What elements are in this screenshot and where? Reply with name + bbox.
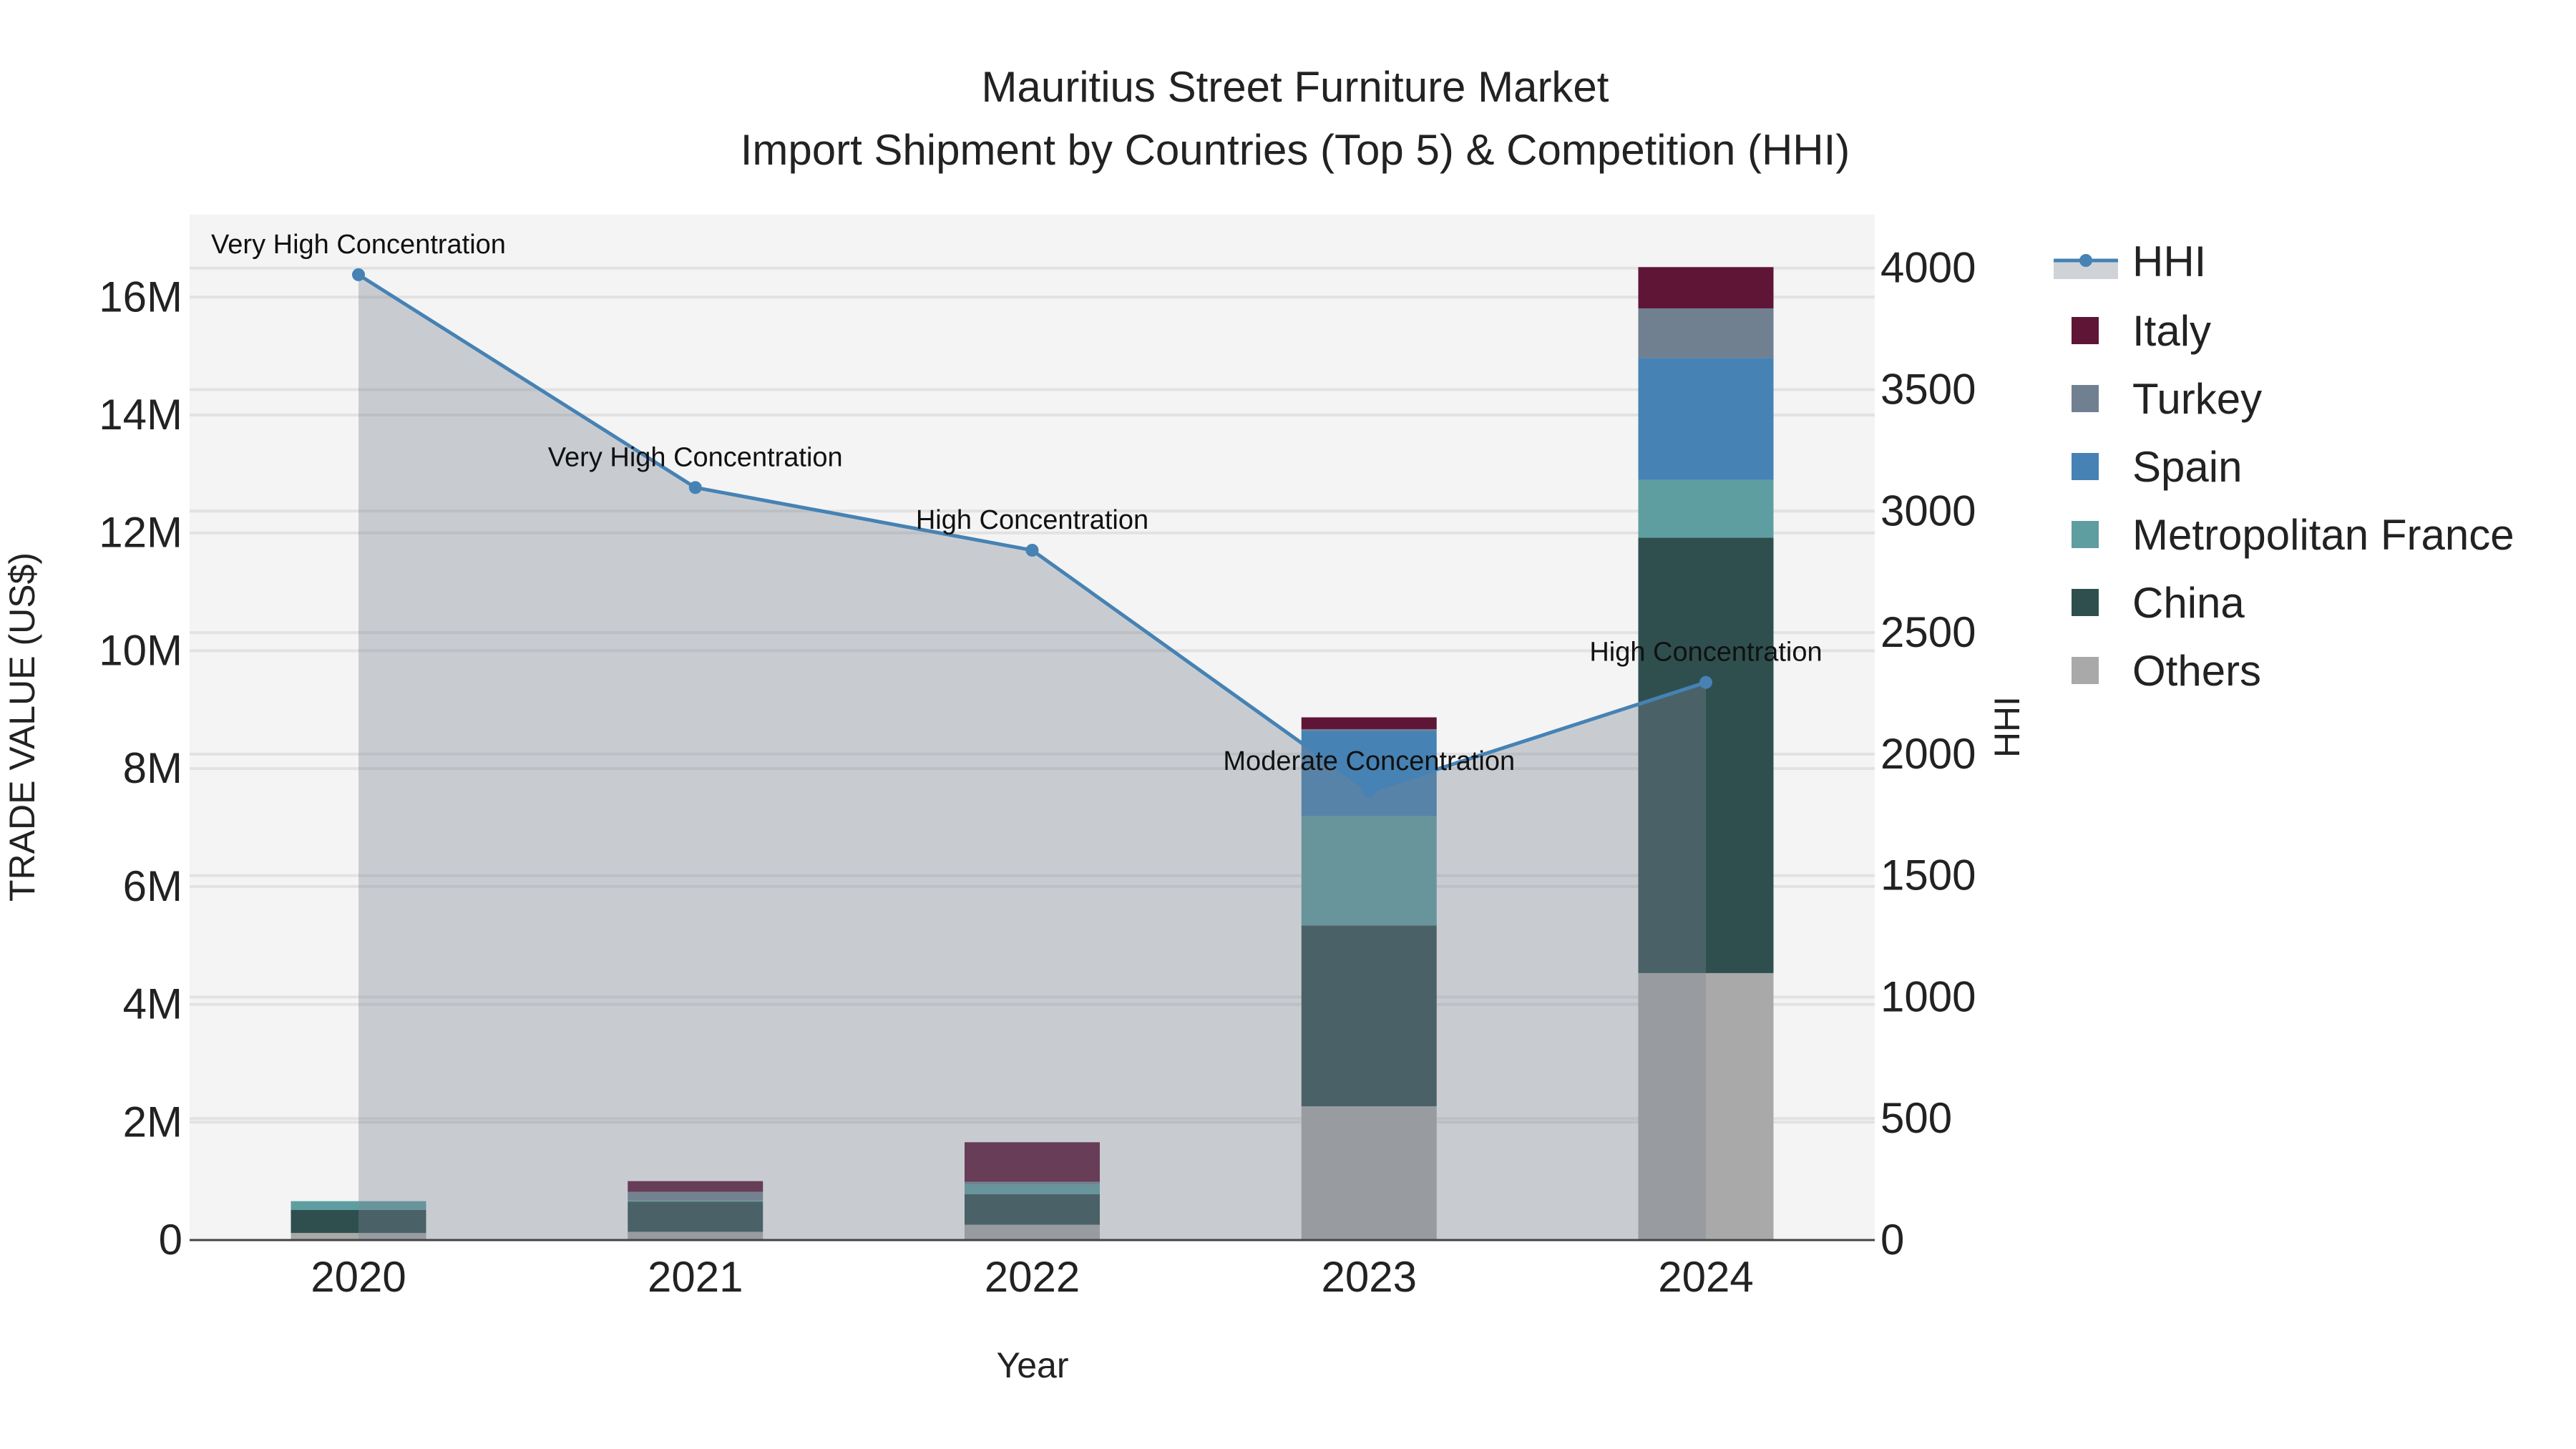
y-tick-label: 2M [123,1098,182,1146]
legend-label-spain: Spain [2132,443,2242,491]
legend-swatch-italy [2072,317,2099,344]
hhi-point [1025,543,1039,557]
legend: HHI Italy Turkey Spain Metropolitan France Ch… [2054,238,2514,695]
hhi-point [352,268,365,281]
legend-swatch-turkey [2072,385,2099,412]
y2-tick-label: 4000 [1880,244,1976,292]
y2-tick-label: 3500 [1880,365,1976,413]
legend-label-china: China [2132,579,2245,627]
legend-hhi-marker [2079,254,2092,267]
y2-tick-label: 2000 [1880,730,1976,778]
legend-swatch-metropolitan-france [2072,521,2099,548]
hhi-annotation: High Concentration [916,505,1148,535]
y2-tick-label: 1500 [1880,852,1976,899]
x-tick-label: 2024 [1658,1253,1753,1301]
bar-turkey [1638,308,1774,358]
bar-turkey [1301,728,1437,731]
x-axis-title: Year [996,1345,1068,1385]
hhi-annotation: High Concentration [1589,638,1822,668]
y2-tick-label: 1000 [1880,972,1976,1020]
y-tick-label: 10M [99,626,182,674]
bar-spain [1638,358,1774,480]
hhi-annotation: Very High Concentration [548,442,843,472]
y-tick-label: 16M [99,273,182,321]
y-tick-label: 4M [123,980,182,1028]
chart: Very High Concentration Very High Concent… [2,63,2514,1385]
hhi-annotation: Very High Concentration [211,230,506,260]
bar-italy [1301,717,1437,729]
legend-label-turkey: Turkey [2132,375,2262,423]
y2-tick-label: 0 [1880,1216,1904,1264]
x-tick-label: 2020 [311,1253,406,1301]
legend-swatch-spain [2072,453,2099,480]
x-tick-label: 2022 [985,1253,1080,1301]
hhi-annotation: Moderate Concentration [1223,746,1515,776]
legend-swatch-others [2072,657,2099,684]
y2-tick-label: 500 [1880,1094,1952,1142]
y2-tick-label: 2500 [1880,608,1976,656]
y-tick-label: 14M [99,391,182,439]
x-tick-label: 2023 [1322,1253,1417,1301]
x-tick-label: 2021 [648,1253,743,1301]
y-tick-label: 0 [159,1216,182,1264]
legend-label-hhi: HHI [2132,238,2206,286]
y-tick-label: 12M [99,509,182,557]
y2-tick-label: 3000 [1880,487,1976,535]
y-axis-title: TRADE VALUE (US$) [2,552,42,902]
legend-label-italy: Italy [2132,307,2211,355]
hhi-point [1699,675,1712,689]
legend-swatch-china [2072,589,2099,616]
chart-subtitle: Import Shipment by Countries (Top 5) & C… [741,126,1850,174]
hhi-point [688,481,702,494]
y2-axis-title: HHI [1987,696,2027,758]
y-tick-label: 8M [123,744,182,792]
bar-italy [1638,267,1774,308]
hhi-point [1362,784,1376,798]
legend-label-metropolitan-france: Metropolitan France [2132,511,2514,559]
bar-metropolitan-france [1638,479,1774,538]
y-tick-label: 6M [123,862,182,910]
legend-label-others: Others [2132,647,2261,695]
chart-title: Mauritius Street Furniture Market [982,63,1609,111]
